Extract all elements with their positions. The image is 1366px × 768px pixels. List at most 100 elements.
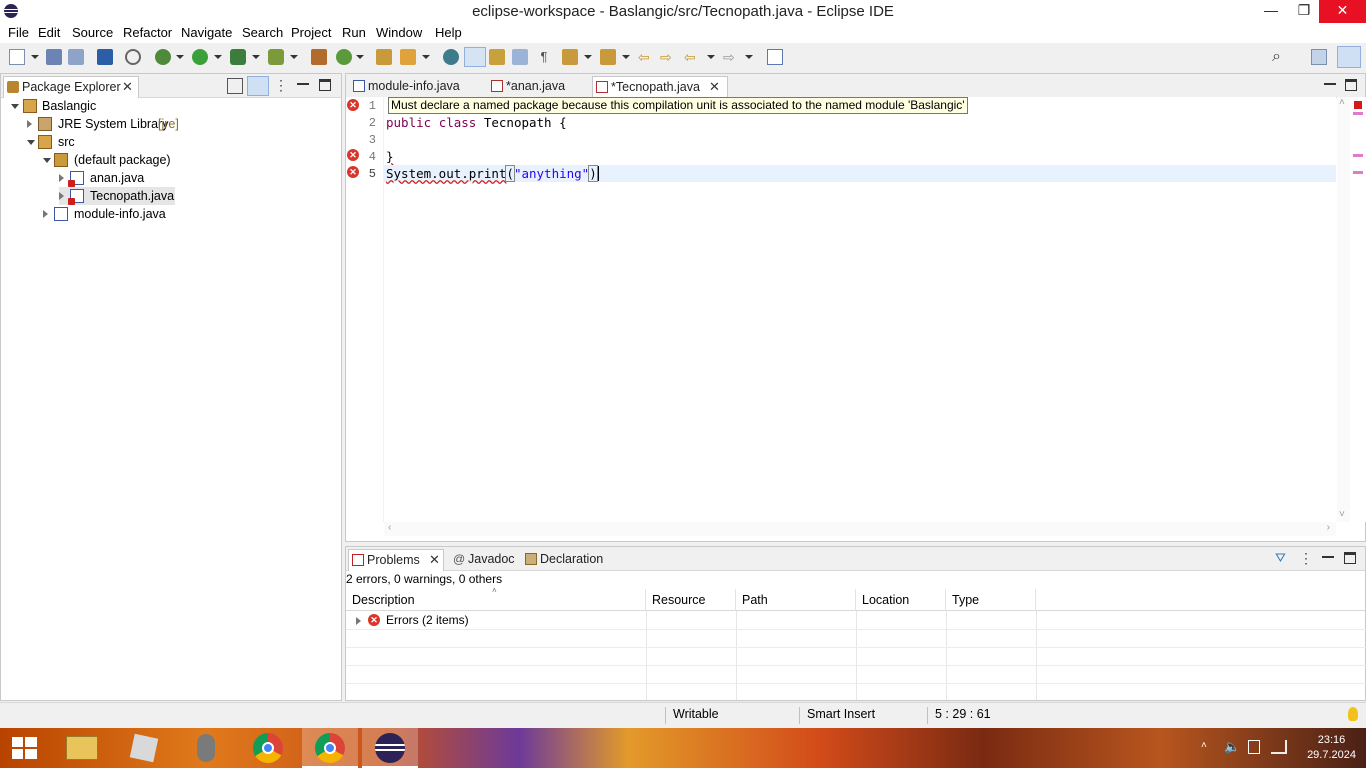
view-menu-icon[interactable]: ⋮ <box>1299 551 1315 567</box>
last-edit-forward-icon[interactable]: ⇨ <box>660 49 676 65</box>
taskbar-eclipse[interactable] <box>362 728 418 768</box>
tab-tecnopath[interactable]: *Tecnopath.java ✕ <box>592 76 728 98</box>
collapsed-arrow-icon[interactable] <box>59 192 64 200</box>
link-with-editor-icon[interactable] <box>247 76 269 96</box>
debug-icon[interactable] <box>155 49 171 65</box>
close-tab-icon[interactable]: ✕ <box>709 77 720 97</box>
search-icon[interactable]: ⌕ <box>1272 49 1288 65</box>
column-header-path[interactable]: Path <box>736 589 856 611</box>
column-header-resource[interactable]: Resource <box>646 589 736 611</box>
horizontal-scrollbar[interactable]: ‹ › <box>384 522 1336 536</box>
error-overview-icon[interactable] <box>1354 101 1362 109</box>
save-icon[interactable] <box>46 49 62 65</box>
scroll-down-icon[interactable]: ˅ <box>1339 509 1345 520</box>
volume-icon[interactable]: 🔈 <box>1224 739 1240 755</box>
menu-help[interactable]: Help <box>435 25 462 40</box>
run-dropdown-icon[interactable] <box>214 55 222 59</box>
new-dropdown-icon[interactable] <box>31 55 39 59</box>
table-row[interactable]: ✕ Errors (2 items) <box>346 612 1366 630</box>
back-dropdown-icon[interactable] <box>707 55 715 59</box>
taskbar-file-explorer[interactable] <box>54 728 110 768</box>
tab-package-explorer[interactable]: Package Explorer ✕ <box>3 76 139 98</box>
search-tool-icon[interactable] <box>400 49 416 65</box>
tab-javadoc[interactable]: @ Javadoc <box>450 549 520 571</box>
external-tools-icon[interactable] <box>268 49 284 65</box>
column-header-type[interactable]: Type <box>946 589 1036 611</box>
close-tab-icon[interactable]: ✕ <box>122 77 133 97</box>
scroll-right-icon[interactable]: › <box>1327 522 1330 533</box>
menu-window[interactable]: Window <box>376 25 422 40</box>
close-tab-icon[interactable]: ✕ <box>429 550 440 570</box>
previous-annotation-icon[interactable] <box>600 49 616 65</box>
menu-edit[interactable]: Edit <box>38 25 60 40</box>
minimize-editor-icon[interactable] <box>1324 79 1336 85</box>
battery-icon[interactable] <box>1248 740 1260 754</box>
vertical-scrollbar[interactable]: ˄ ˅ <box>1337 97 1350 522</box>
new-class-dropdown-icon[interactable] <box>356 55 364 59</box>
menu-search[interactable]: Search <box>242 25 283 40</box>
search-dropdown-icon[interactable] <box>422 55 430 59</box>
previous-annotation-dropdown-icon[interactable] <box>622 55 630 59</box>
mark-occurrences-icon[interactable] <box>464 47 486 67</box>
forward-dropdown-icon[interactable] <box>745 55 753 59</box>
error-overview-marker[interactable] <box>1353 112 1363 115</box>
system-clock[interactable]: 23:16 29.7.2024 <box>1307 733 1356 763</box>
java-perspective-icon[interactable] <box>1337 46 1361 68</box>
close-button[interactable]: ✕ <box>1319 0 1366 23</box>
tab-declaration[interactable]: Declaration <box>522 549 608 571</box>
expanded-arrow-icon[interactable] <box>11 104 19 109</box>
error-marker-icon[interactable]: ✕ <box>347 99 359 111</box>
skip-breakpoints-icon[interactable] <box>125 49 141 65</box>
taskbar-app[interactable] <box>116 728 172 768</box>
collapse-all-icon[interactable] <box>227 78 243 94</box>
menu-file[interactable]: File <box>8 25 29 40</box>
maximize-view-icon[interactable] <box>1344 552 1356 564</box>
tip-lightbulb-icon[interactable] <box>1348 707 1358 721</box>
show-hidden-icons-icon[interactable]: ˄ <box>1201 740 1207 751</box>
coverage-icon[interactable] <box>230 49 246 65</box>
scroll-left-icon[interactable]: ‹ <box>388 522 391 533</box>
open-perspective-icon[interactable] <box>1311 49 1327 65</box>
tab-module-info[interactable]: module-info.java <box>350 76 478 98</box>
next-annotation-icon[interactable] <box>562 49 578 65</box>
error-overview-marker[interactable] <box>1353 171 1363 174</box>
maximize-view-icon[interactable] <box>319 79 331 91</box>
scroll-up-icon[interactable]: ˄ <box>1339 97 1345 108</box>
error-overview-marker[interactable] <box>1353 154 1363 157</box>
menu-project[interactable]: Project <box>291 25 331 40</box>
error-marker-icon[interactable]: ✕ <box>347 149 359 161</box>
word-wrap-icon[interactable] <box>512 49 528 65</box>
menu-run[interactable]: Run <box>342 25 366 40</box>
new-icon[interactable] <box>9 49 25 65</box>
pin-editor-icon[interactable] <box>767 49 783 65</box>
taskbar-chrome[interactable] <box>240 728 296 768</box>
block-selection-icon[interactable] <box>489 49 505 65</box>
toggle-annotation-icon[interactable] <box>443 49 459 65</box>
error-marker-icon[interactable]: ✕ <box>347 166 359 178</box>
taskbar-mouse-app[interactable] <box>178 728 234 768</box>
start-button[interactable] <box>0 728 50 768</box>
menu-refactor[interactable]: Refactor <box>123 25 172 40</box>
run-icon[interactable] <box>192 49 208 65</box>
collapsed-arrow-icon[interactable] <box>59 174 64 182</box>
save-all-icon[interactable] <box>68 49 84 65</box>
expanded-arrow-icon[interactable] <box>43 158 51 163</box>
expand-arrow-icon[interactable] <box>356 617 361 625</box>
tree-item-tecnopath[interactable]: Tecnopath.java <box>59 187 175 205</box>
menu-navigate[interactable]: Navigate <box>181 25 232 40</box>
expanded-arrow-icon[interactable] <box>27 140 35 145</box>
new-java-package-icon[interactable] <box>311 49 327 65</box>
taskbar-chrome-profile[interactable] <box>302 728 358 768</box>
minimize-view-icon[interactable] <box>1322 552 1334 558</box>
maximize-editor-icon[interactable] <box>1345 79 1357 91</box>
collapsed-arrow-icon[interactable] <box>43 210 48 218</box>
network-icon[interactable] <box>1271 740 1287 754</box>
filter-icon[interactable]: ⛛ <box>1275 551 1291 567</box>
new-java-class-icon[interactable] <box>336 49 352 65</box>
external-tools-dropdown-icon[interactable] <box>290 55 298 59</box>
next-annotation-dropdown-icon[interactable] <box>584 55 592 59</box>
show-whitespace-icon[interactable]: ¶ <box>536 49 552 65</box>
code-editor[interactable]: ✕ 1 Must declare a named package because… <box>346 97 1336 536</box>
last-edit-icon[interactable]: ⇦ <box>638 49 654 65</box>
debug-dropdown-icon[interactable] <box>176 55 184 59</box>
